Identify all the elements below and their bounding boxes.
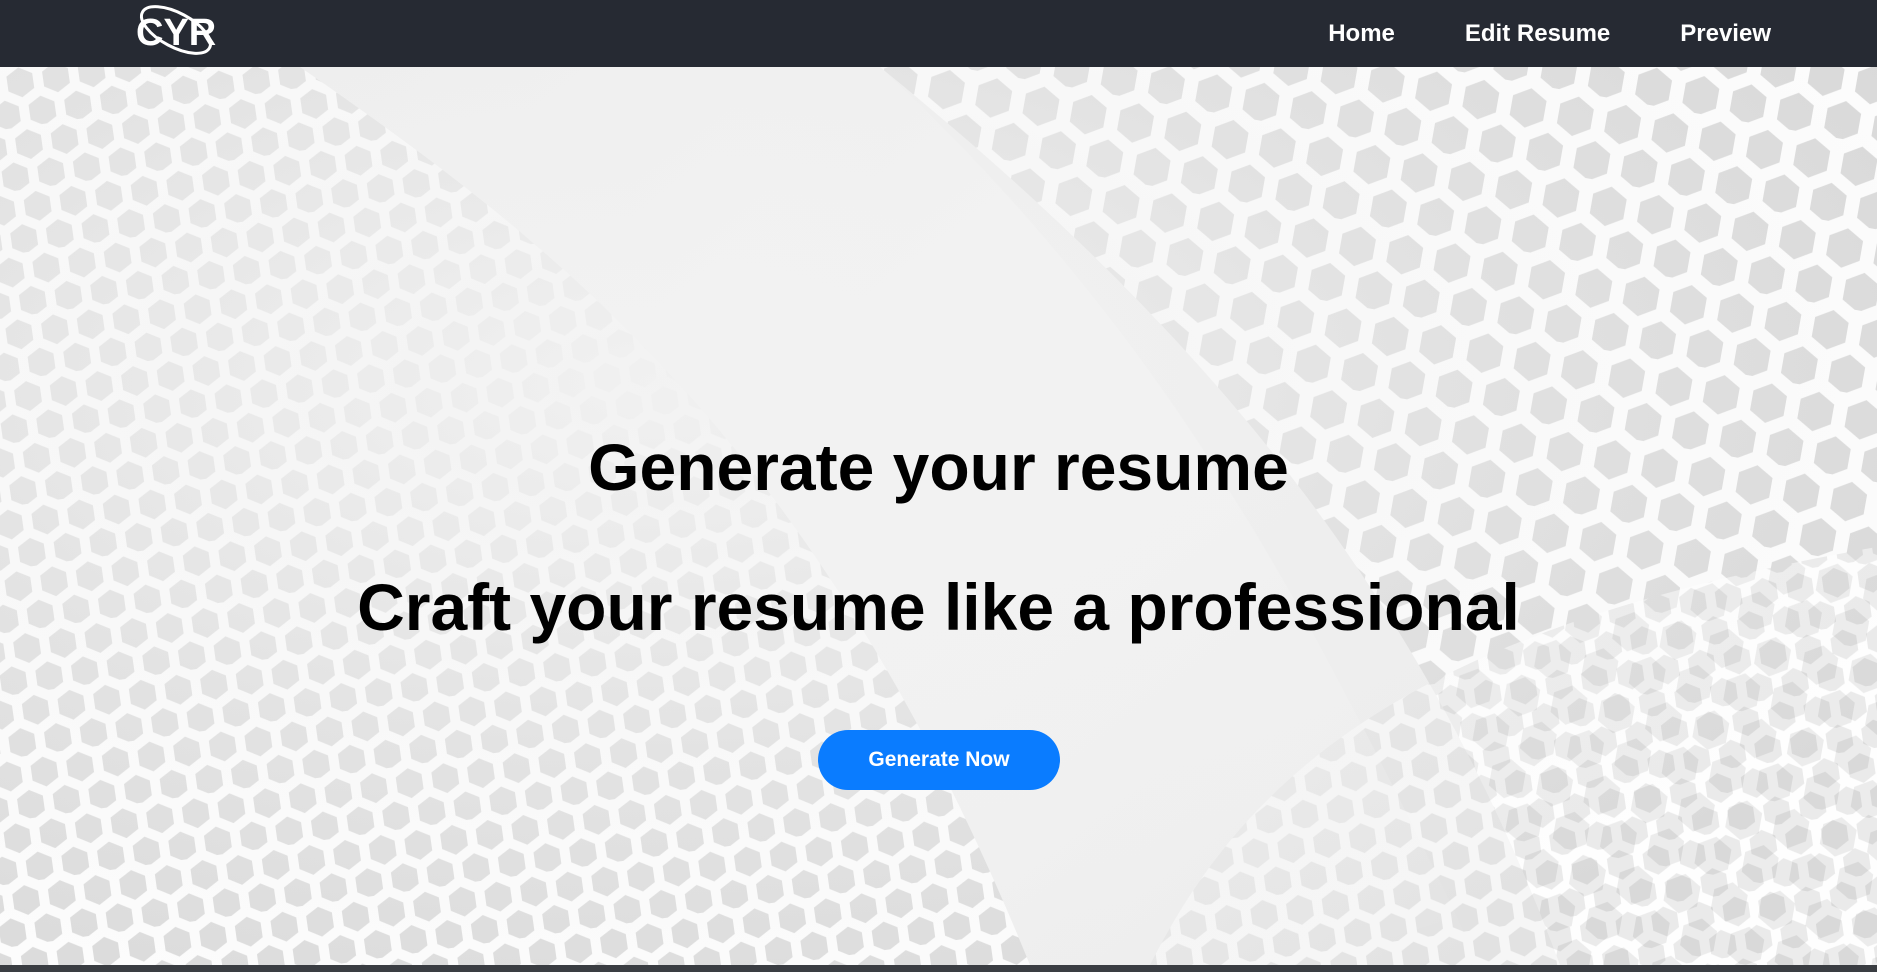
hero-headline: Generate your resume	[588, 430, 1289, 504]
nav-link-edit-resume[interactable]: Edit Resume	[1465, 20, 1610, 48]
nav-link-home[interactable]: Home	[1328, 20, 1395, 48]
logo-text: CYR	[136, 12, 216, 54]
hero-subheadline: Craft your resume like a professional	[357, 570, 1520, 644]
top-navbar: CYR Home Edit Resume Preview	[0, 0, 1877, 67]
nav-links: Home Edit Resume Preview	[1328, 0, 1771, 67]
cyr-logo-icon: CYR	[136, 5, 216, 55]
generate-now-button[interactable]: Generate Now	[818, 730, 1060, 790]
hero-content: Generate your resume Craft your resume l…	[0, 67, 1877, 965]
nav-link-preview[interactable]: Preview	[1680, 20, 1771, 48]
hero-section: Generate your resume Craft your resume l…	[0, 67, 1877, 965]
brand-logo[interactable]: CYR	[132, 0, 222, 66]
bottom-edge	[0, 965, 1877, 972]
